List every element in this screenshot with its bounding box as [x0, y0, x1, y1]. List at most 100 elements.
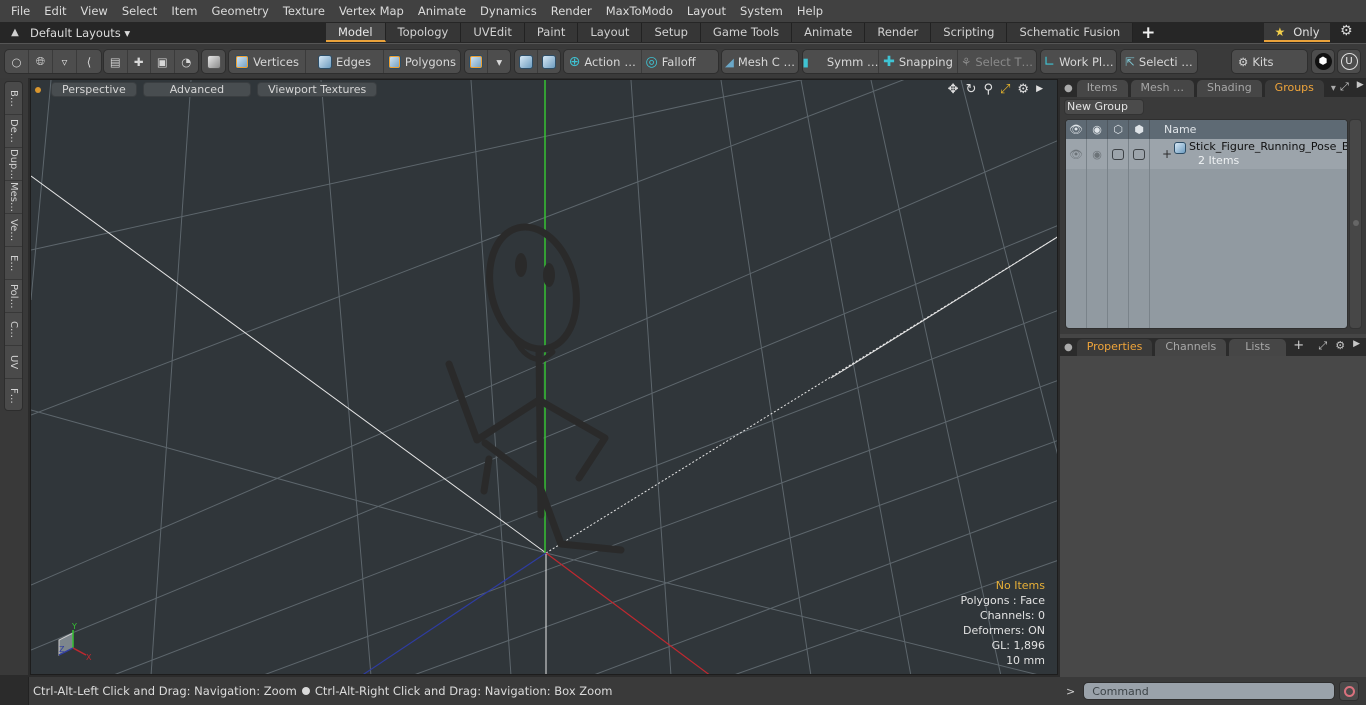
perspective-button[interactable]: Perspective — [51, 82, 137, 97]
polygons-button[interactable]: Polygons — [384, 50, 460, 73]
vertices-button[interactable]: Vertices — [229, 50, 306, 73]
palette-tab-deform[interactable]: De… — [5, 115, 22, 148]
work-plane-button[interactable]: ∟ Work Pl… — [1041, 50, 1116, 73]
menu-edit[interactable]: Edit — [37, 0, 73, 22]
panel-gear-icon[interactable]: ⚙ — [1335, 339, 1345, 353]
only-toggle[interactable]: ★ Only — [1264, 23, 1330, 42]
select-column-cube-icon[interactable]: ⬢ — [1129, 120, 1150, 139]
tab-items[interactable]: Items — [1076, 80, 1128, 97]
palette-tab-polygon[interactable]: Pol… — [5, 280, 22, 313]
advanced-button[interactable]: Advanced — [142, 82, 252, 97]
globe-icon[interactable]: 🌐︎ — [29, 50, 53, 73]
collapse-up-icon[interactable]: ▲ — [0, 27, 30, 38]
menu-view[interactable]: View — [74, 0, 115, 22]
menu-geometry[interactable]: Geometry — [205, 0, 276, 22]
menu-system[interactable]: System — [733, 0, 790, 22]
palette-tab-vertex[interactable]: Ve… — [5, 214, 22, 247]
render-column-camera-icon[interactable]: ◉ — [1087, 120, 1108, 139]
menu-select[interactable]: Select — [115, 0, 164, 22]
modo-logo-icon[interactable]: ⬢ — [1312, 50, 1334, 73]
maximize-icon[interactable]: ⤢ — [1000, 82, 1010, 97]
add-panel-tab-button[interactable]: + — [1293, 338, 1304, 353]
panel-menu-dot[interactable]: ● — [1064, 83, 1073, 94]
menu-file[interactable]: File — [4, 0, 37, 22]
unreal-logo-icon[interactable]: U — [1338, 50, 1360, 73]
zoom-icon[interactable]: ⚲ — [983, 82, 993, 97]
palette-tab-fusion[interactable]: F… — [5, 379, 22, 412]
pan-icon[interactable]: ✥ — [948, 82, 959, 97]
material-dropdown-icon[interactable]: ▾ — [488, 50, 510, 73]
menu-animate[interactable]: Animate — [411, 0, 473, 22]
tab-animate[interactable]: Animate — [792, 23, 866, 42]
menu-render[interactable]: Render — [544, 0, 599, 22]
snapping-button[interactable]: ✚ Snapping — [879, 50, 958, 73]
mesh-constraint-button[interactable]: ◢ Mesh C … — [722, 50, 798, 73]
panel-arrow-icon[interactable]: ▶ — [1357, 80, 1364, 94]
pivot-icon[interactable] — [515, 50, 538, 73]
name-column-header[interactable]: Name — [1150, 120, 1196, 139]
menu-maxtomodo[interactable]: MaxToModo — [599, 0, 680, 22]
maximize-panel-icon[interactable]: ⤢ — [1340, 80, 1349, 94]
tab-schematic-fusion[interactable]: Schematic Fusion — [1007, 23, 1134, 42]
palette-tab-basic[interactable]: B… — [5, 82, 22, 115]
menu-help[interactable]: Help — [790, 0, 830, 22]
panel-menu-dot[interactable]: ● — [1064, 342, 1073, 353]
palette-tab-curve[interactable]: C… — [5, 313, 22, 346]
palette-tab-duplicate[interactable]: Dup… — [5, 148, 22, 181]
tab-mesh[interactable]: Mesh … — [1130, 80, 1194, 97]
frame-icon[interactable]: ▣ — [151, 50, 175, 73]
viewport-textures-button[interactable]: Viewport Textures — [257, 82, 378, 97]
material-mode-icon[interactable] — [465, 50, 489, 73]
tab-paint[interactable]: Paint — [524, 23, 579, 42]
edges-button[interactable]: Edges — [306, 50, 384, 73]
groups-scrollbar[interactable] — [1349, 119, 1362, 329]
pen-tool-icon[interactable]: ▿ — [53, 50, 77, 73]
tab-render[interactable]: Render — [865, 23, 932, 42]
menu-layout[interactable]: Layout — [680, 0, 733, 22]
tab-topology[interactable]: Topology — [385, 23, 462, 42]
plus-grid-icon[interactable]: ✚ — [128, 50, 151, 73]
clock-circle-icon[interactable]: ◔ — [175, 50, 198, 73]
tab-properties[interactable]: Properties — [1076, 339, 1153, 356]
new-group-button[interactable]: New Group — [1064, 99, 1144, 115]
panel-dropdown-icon[interactable]: ▾ — [1331, 83, 1336, 94]
add-tab-button[interactable]: + — [1133, 24, 1163, 42]
lasso-icon[interactable]: ⟨ — [77, 50, 101, 73]
kits-button[interactable]: ⚙ Kits — [1232, 50, 1307, 73]
gear-icon[interactable]: ⚙ — [1340, 23, 1353, 39]
maximize-panel-icon[interactable]: ⤢ — [1318, 339, 1327, 353]
stick-figure-mesh[interactable] — [445, 218, 625, 554]
action-center-button[interactable]: ⊕ Action… — [564, 50, 642, 73]
palette-tab-edge[interactable]: E… — [5, 247, 22, 280]
tab-channels[interactable]: Channels — [1155, 339, 1227, 356]
menu-item[interactable]: Item — [164, 0, 204, 22]
palette-tab-uv[interactable]: UV — [5, 346, 22, 379]
tab-layout[interactable]: Layout — [578, 23, 643, 42]
menu-dynamics[interactable]: Dynamics — [473, 0, 544, 22]
tab-uvedit[interactable]: UVEdit — [461, 23, 525, 42]
tab-game-tools[interactable]: Game Tools — [700, 23, 793, 42]
3d-viewport[interactable]: Y X Z Perspective Advanced Viewport Text… — [30, 79, 1058, 675]
menu-vertex-map[interactable]: Vertex Map — [332, 0, 411, 22]
default-layouts-dropdown[interactable]: Default Layouts ▾ — [30, 26, 326, 40]
rotate-icon[interactable]: ↻ — [966, 82, 977, 97]
tab-model[interactable]: Model — [326, 23, 386, 42]
tab-shading[interactable]: Shading — [1196, 80, 1262, 97]
panel-arrow-icon[interactable]: ▶ — [1353, 339, 1360, 353]
visibility-column-eye-icon[interactable]: 👁︎ — [1066, 120, 1087, 139]
symmetry-button[interactable]: ▮ Symm … — [803, 50, 879, 73]
falloff-button[interactable]: ◎ Falloff — [642, 50, 719, 73]
viewport-menu-dot[interactable] — [35, 86, 41, 93]
expand-toggle[interactable]: + — [1162, 147, 1172, 161]
item-mode-icon[interactable] — [202, 50, 225, 73]
align-icon[interactable]: ▤ — [104, 50, 128, 73]
tab-lists[interactable]: Lists — [1229, 339, 1287, 356]
selection-sets-button[interactable]: ⇱ Selecti … — [1121, 50, 1197, 73]
lock-column-cube-icon[interactable]: ⬡ — [1108, 120, 1129, 139]
select-through-button[interactable]: ⚘ Select T… — [958, 50, 1036, 73]
tab-scripting[interactable]: Scripting — [931, 23, 1008, 42]
viewport-gear-icon[interactable]: ⚙ — [1017, 82, 1029, 97]
record-macro-button[interactable] — [1339, 681, 1360, 701]
palette-tab-mesh-edit[interactable]: Mes… — [5, 181, 22, 214]
tab-groups[interactable]: Groups — [1264, 80, 1324, 97]
